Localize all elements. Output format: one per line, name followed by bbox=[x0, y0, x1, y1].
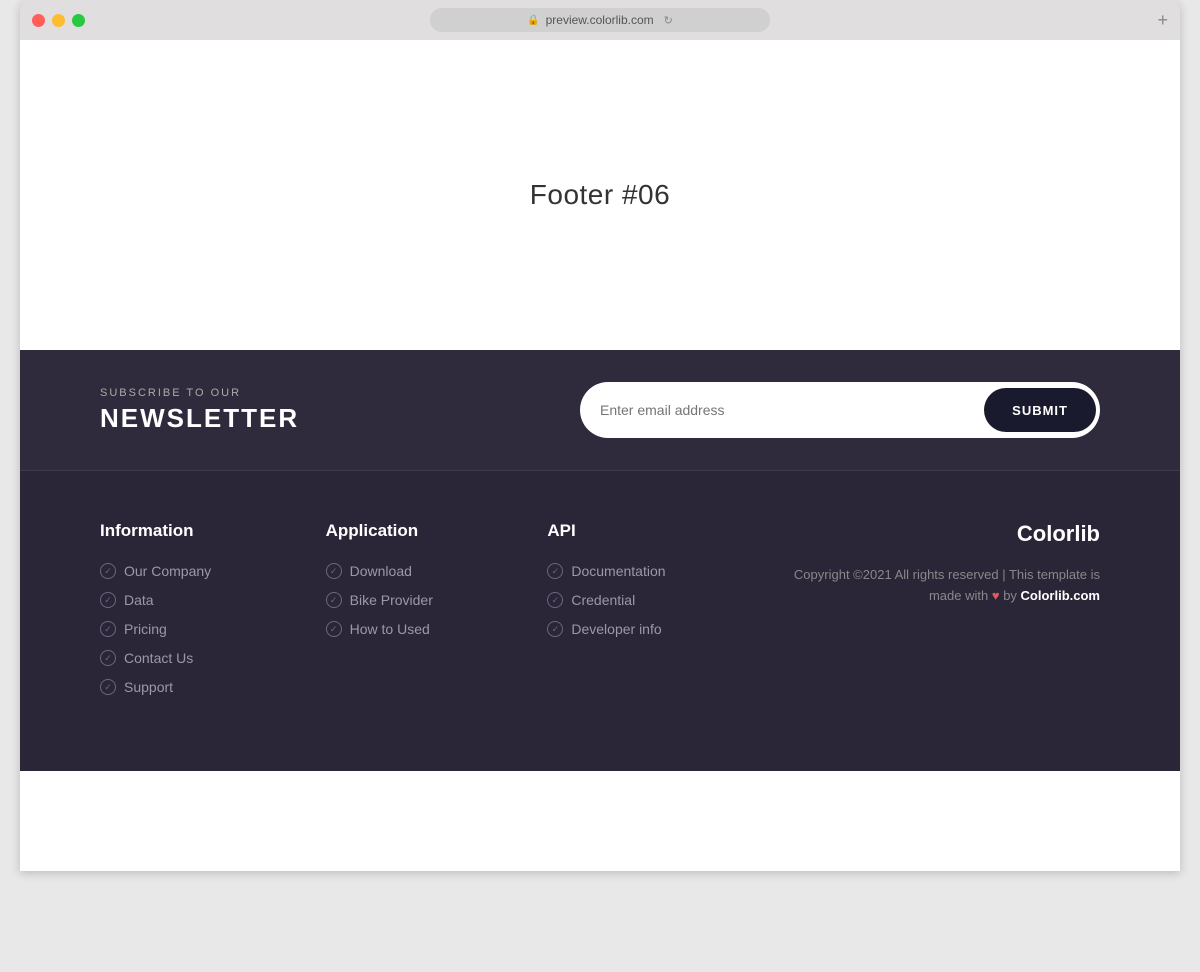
footer-link-how-to-used[interactable]: How to Used bbox=[326, 621, 433, 637]
browser-window: 🔒 preview.colorlib.com ↻ + Footer #06 SU… bbox=[20, 0, 1180, 871]
url-text: preview.colorlib.com bbox=[546, 13, 654, 27]
footer-link-label: Pricing bbox=[124, 621, 167, 637]
newsletter-subscribe-text: SUBSCRIBE TO OUR bbox=[100, 387, 299, 399]
maximize-button[interactable] bbox=[72, 14, 85, 27]
minimize-button[interactable] bbox=[52, 14, 65, 27]
footer-application-title: Application bbox=[326, 521, 433, 541]
address-bar[interactable]: 🔒 preview.colorlib.com ↻ bbox=[430, 8, 770, 32]
footer-link-pricing[interactable]: Pricing bbox=[100, 621, 211, 637]
check-icon bbox=[100, 650, 116, 666]
footer-link-data[interactable]: Data bbox=[100, 592, 211, 608]
footer-link-label: Credential bbox=[571, 592, 635, 608]
footer-link-bike-provider[interactable]: Bike Provider bbox=[326, 592, 433, 608]
check-icon bbox=[547, 563, 563, 579]
check-icon bbox=[100, 592, 116, 608]
footer-link-label: How to Used bbox=[350, 621, 430, 637]
check-icon bbox=[100, 621, 116, 637]
footer-link-documentation[interactable]: Documentation bbox=[547, 563, 665, 579]
footer-col-api: API Documentation Credential Developer i… bbox=[547, 521, 665, 650]
footer-col-information: Information Our Company Data Pricing Con… bbox=[100, 521, 211, 708]
by-text: by bbox=[1003, 588, 1017, 603]
email-input[interactable] bbox=[600, 402, 984, 418]
footer-link-our-company[interactable]: Our Company bbox=[100, 563, 211, 579]
footer-information-title: Information bbox=[100, 521, 211, 541]
footer-link-contact-us[interactable]: Contact Us bbox=[100, 650, 211, 666]
check-icon bbox=[326, 563, 342, 579]
footer-link-label: Data bbox=[124, 592, 154, 608]
main-area: Footer #06 bbox=[20, 40, 1180, 350]
close-button[interactable] bbox=[32, 14, 45, 27]
refresh-icon[interactable]: ↻ bbox=[664, 14, 673, 27]
new-tab-button[interactable]: + bbox=[1157, 11, 1168, 29]
check-icon bbox=[547, 621, 563, 637]
footer-link-label: Our Company bbox=[124, 563, 211, 579]
brand-name: Colorlib bbox=[780, 521, 1100, 547]
footer-col-application: Application Download Bike Provider How t… bbox=[326, 521, 433, 650]
browser-traffic-lights bbox=[32, 14, 85, 27]
copyright-text: Copyright ©2021 All rights reserved | Th… bbox=[780, 565, 1100, 607]
check-icon bbox=[100, 563, 116, 579]
footer-link-developer-info[interactable]: Developer info bbox=[547, 621, 665, 637]
footer-brand-section: Colorlib Copyright ©2021 All rights rese… bbox=[780, 521, 1100, 607]
browser-content: Footer #06 SUBSCRIBE TO OUR NEWSLETTER S… bbox=[20, 40, 1180, 871]
newsletter-section: SUBSCRIBE TO OUR NEWSLETTER SUBMIT bbox=[20, 350, 1180, 471]
bottom-area bbox=[20, 771, 1180, 871]
check-icon bbox=[326, 592, 342, 608]
colorlib-link[interactable]: Colorlib.com bbox=[1021, 588, 1100, 603]
footer-link-credential[interactable]: Credential bbox=[547, 592, 665, 608]
lock-icon: 🔒 bbox=[527, 15, 539, 26]
newsletter-form: SUBMIT bbox=[580, 382, 1100, 438]
footer-link-label: Support bbox=[124, 679, 173, 695]
footer-link-label: Bike Provider bbox=[350, 592, 433, 608]
newsletter-label: SUBSCRIBE TO OUR NEWSLETTER bbox=[100, 387, 299, 434]
check-icon bbox=[326, 621, 342, 637]
footer-link-label: Documentation bbox=[571, 563, 665, 579]
page-title: Footer #06 bbox=[530, 179, 670, 211]
footer-link-label: Contact Us bbox=[124, 650, 193, 666]
submit-button[interactable]: SUBMIT bbox=[984, 388, 1096, 432]
browser-titlebar: 🔒 preview.colorlib.com ↻ + bbox=[20, 0, 1180, 40]
footer-link-label: Download bbox=[350, 563, 412, 579]
check-icon bbox=[547, 592, 563, 608]
newsletter-title: NEWSLETTER bbox=[100, 403, 299, 434]
footer-api-title: API bbox=[547, 521, 665, 541]
footer-link-support[interactable]: Support bbox=[100, 679, 211, 695]
check-icon bbox=[100, 679, 116, 695]
footer-link-download[interactable]: Download bbox=[326, 563, 433, 579]
footer-section: Information Our Company Data Pricing Con… bbox=[20, 471, 1180, 771]
heart-icon: ♥ bbox=[992, 588, 1000, 603]
footer-link-label: Developer info bbox=[571, 621, 661, 637]
